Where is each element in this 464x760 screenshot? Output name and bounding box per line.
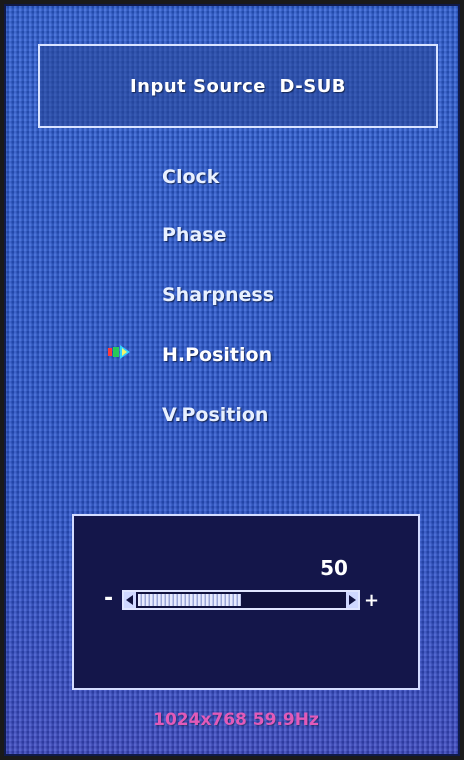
menu-item-v-position[interactable]: V.Position	[162, 400, 268, 430]
decrease-label[interactable]: -	[104, 586, 113, 611]
input-source-title: Input Source D-SUB	[129, 75, 347, 97]
resolution-status: 1024x768 59.9Hz	[153, 710, 319, 730]
menu-item-clock[interactable]: Clock	[162, 162, 219, 192]
menu-item-label: Clock	[162, 166, 220, 188]
slider-right-arrow-icon[interactable]	[346, 592, 358, 608]
menu-item-label: H.Position	[162, 344, 273, 366]
arrow-cursor-icon	[108, 343, 136, 361]
osd-screen: Input Source D-SUB Clock Phase Sharpness…	[4, 4, 460, 756]
input-source-header: Input Source D-SUB	[38, 44, 438, 128]
slider-value: 50	[320, 556, 348, 580]
slider-fill	[138, 594, 241, 606]
h-position-adjust-panel: 50 - +	[72, 514, 420, 690]
menu-item-sharpness[interactable]: Sharpness	[162, 280, 274, 310]
increase-label[interactable]: +	[364, 590, 379, 611]
menu-item-label: Sharpness	[162, 284, 275, 306]
menu-item-phase[interactable]: Phase	[162, 220, 226, 250]
menu-item-label: Phase	[162, 224, 227, 246]
menu-item-h-position[interactable]: H.Position	[162, 340, 272, 370]
h-position-slider[interactable]	[122, 590, 360, 610]
slider-left-arrow-icon[interactable]	[124, 592, 136, 608]
menu-item-label: V.Position	[162, 404, 269, 426]
